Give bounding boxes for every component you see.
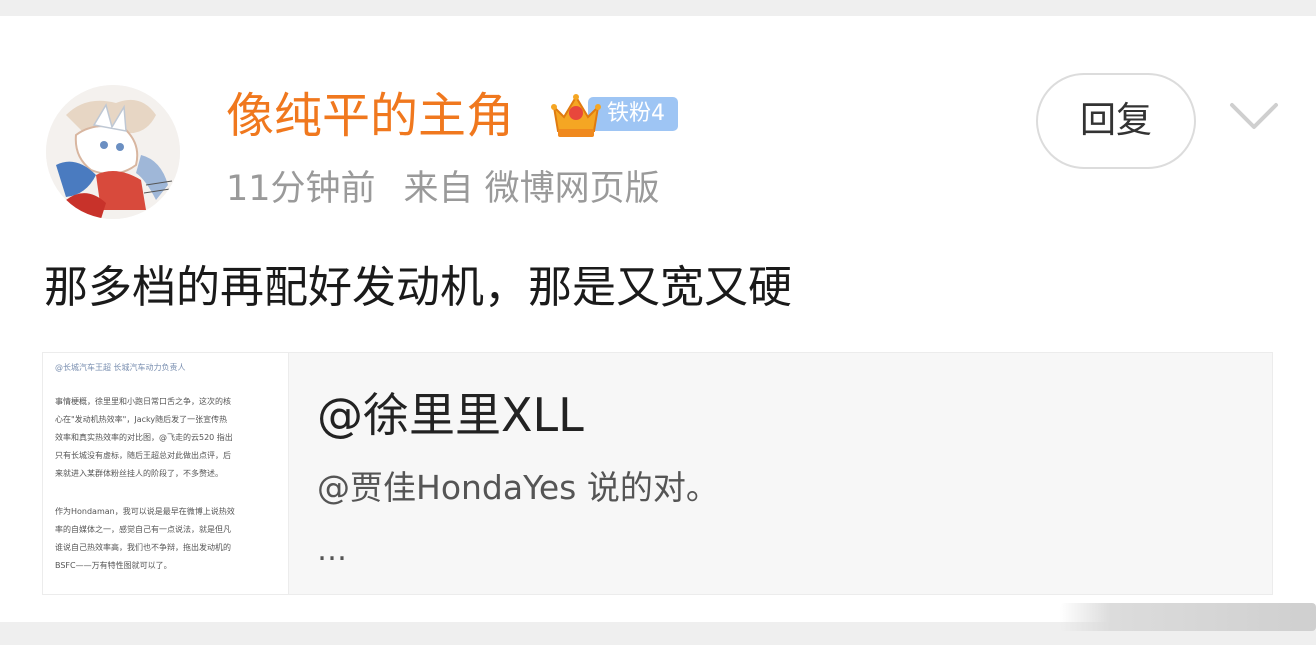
thumbnail-line: BSFC——万有特性图就可以了。 (55, 561, 172, 570)
quoted-more: … (317, 533, 347, 568)
thumbnail-line: 只有长城没有虚标，随后王超总对此做出点评，后 (55, 451, 231, 460)
thumbnail-line: 来就进入某群体粉丝挂人的阶段了，不多赘述。 (55, 469, 223, 478)
chevron-down-icon[interactable] (1228, 99, 1280, 133)
thumbnail-line: 作为Hondaman，我可以说是最早在微博上说热效 (55, 507, 235, 516)
author-name[interactable]: 像纯平的主角 (226, 86, 514, 146)
post-content: 那多档的再配好发动机，那是又宽又硬 (44, 262, 792, 313)
thumbnail-line: 效率和真实热效率的对比图，@飞走的云520 指出 (55, 433, 233, 442)
thumbnail-line: 事情梗概，徐里里和小跑日常口舌之争，这次的核 (55, 397, 231, 406)
thumbnail-line: @长城汽车王超 长城汽车动力负责人 (55, 363, 186, 372)
quoted-username[interactable]: @徐里里XLL (317, 387, 584, 443)
crown-icon (551, 94, 601, 137)
post-source: 来自 微博网页版 (403, 169, 660, 209)
quoted-post[interactable]: @长城汽车王超 长城汽车动力负责人 事情梗概，徐里里和小跑日常口舌之争，这次的核… (42, 352, 1273, 595)
quoted-text: @贾佳HondaYes 说的对。 (317, 468, 719, 507)
reply-button[interactable]: 回复 (1036, 73, 1196, 169)
thumbnail-line: 率的自媒体之一，感觉自己有一点说法，就是但凡 (55, 525, 231, 534)
post-meta: 11分钟前 来自 微博网页版 (226, 164, 660, 214)
thumbnail-line: 心在"发动机热效率"，Jacky随后发了一张宣传热 (55, 415, 228, 424)
watermark-bar (1060, 603, 1316, 631)
avatar-image (46, 85, 180, 219)
avatar[interactable] (46, 85, 180, 219)
fan-badge[interactable]: 铁粉4 (550, 91, 678, 141)
post-time: 11分钟前 (226, 169, 376, 209)
comment-card: 像纯平的主角 铁粉4 11分钟前 来自 微博网页版 回复 那多档的再配好发动机，那… (0, 16, 1316, 622)
thumbnail-line: 谁说自己热效率高，我们也不争辩，拖出发动机的 (55, 543, 231, 552)
quoted-thumbnail[interactable]: @长城汽车王超 长城汽车动力负责人 事情梗概，徐里里和小跑日常口舌之争，这次的核… (43, 353, 289, 594)
